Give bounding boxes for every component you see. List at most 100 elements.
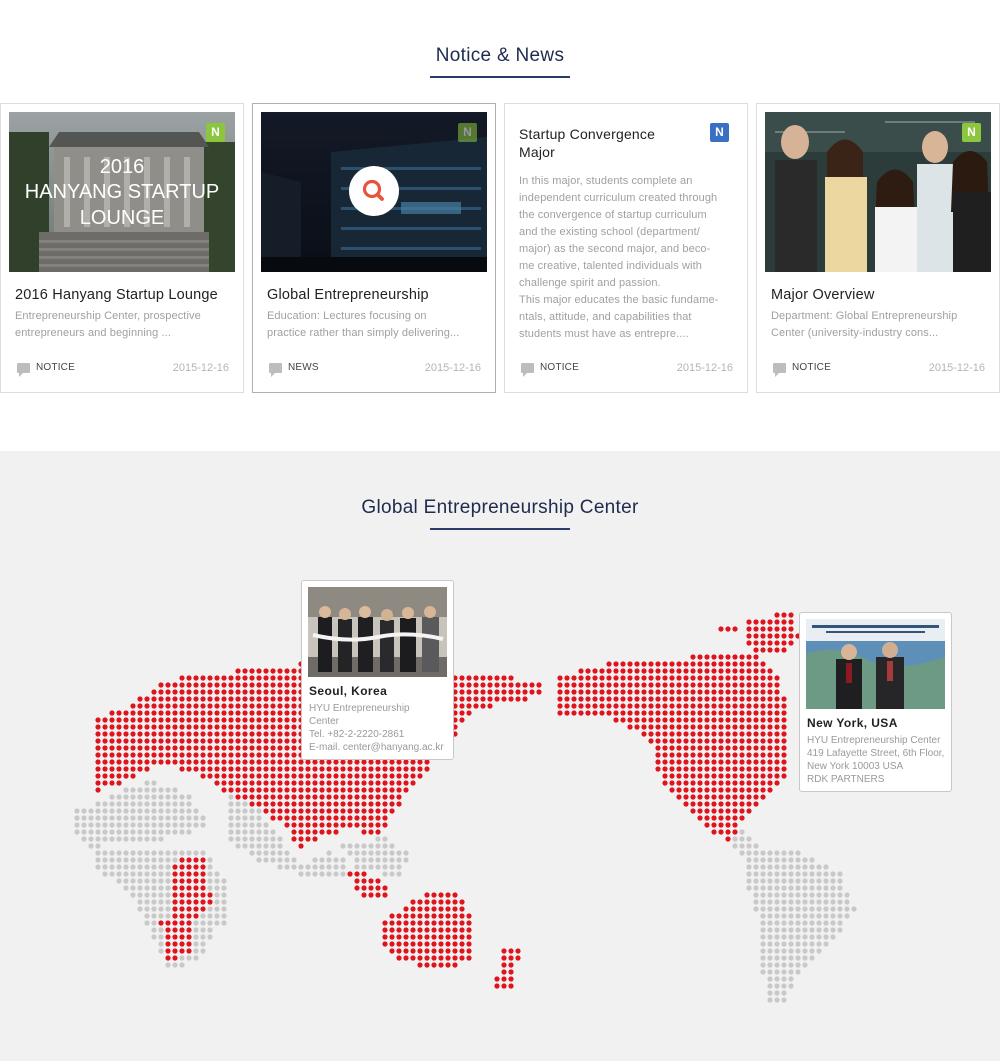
map-dot [718,626,724,632]
map-dot [760,745,766,751]
map-dot [172,745,178,751]
map-dot [690,703,696,709]
map-dot [410,906,416,912]
map-dot [130,717,136,723]
map-dot [767,640,773,646]
map-dot [774,759,780,765]
card-title[interactable]: Major Overview [771,286,875,304]
map-dot [382,801,388,807]
map-dot [277,752,283,758]
map-dot [158,829,164,835]
map-dot [746,766,752,772]
search-icon[interactable] [349,166,399,216]
map-dot [361,822,367,828]
map-dot [263,724,269,730]
map-dot [193,920,199,926]
info-line: 419 Lafayette Street, 6th Floor, [807,748,945,759]
location-popup-new-york[interactable]: New York, USA HYU Entrepreneurship Cente… [799,612,952,792]
map-dot [473,696,479,702]
news-card[interactable]: N Global Entrepreneurship Education: Lec… [252,103,496,393]
map-dot [249,675,255,681]
news-card[interactable]: 2016 HANYANG STARTUP LOUNGE N 2016 Hanya… [0,103,244,393]
map-dot [193,822,199,828]
map-dot [613,668,619,674]
map-dot [179,682,185,688]
map-dot [200,731,206,737]
map-dot [746,864,752,870]
map-dot [151,822,157,828]
map-dot [158,801,164,807]
map-dot [207,913,213,919]
map-dot [109,766,115,772]
map-dot [781,619,787,625]
map-dot [144,892,150,898]
map-dot [767,913,773,919]
map-dot [732,787,738,793]
map-dot [774,885,780,891]
notice-icon [17,363,30,377]
map-dot [256,731,262,737]
map-dot [235,787,241,793]
map-dot [109,864,115,870]
map-dot [669,703,675,709]
map-dot [781,920,787,926]
map-dot [165,871,171,877]
map-dot [165,787,171,793]
map-dot [697,717,703,723]
map-dot [417,955,423,961]
map-dot [270,689,276,695]
map-dot [725,829,731,835]
map-dot [172,927,178,933]
map-dot [739,696,745,702]
map-dot [88,829,94,835]
map-dot [221,780,227,786]
map-dot [641,682,647,688]
desc-line: Center (university-industry cons... [771,327,939,339]
location-popup-seoul[interactable]: Seoul, Korea HYU Entrepreneurship Center… [301,580,454,760]
card-description: Department: Global Entrepreneurship Cent… [771,308,989,342]
map-dot [214,703,220,709]
map-dot [179,710,185,716]
map-dot [186,941,192,947]
news-card[interactable]: N Major Overview Department: Global Entr… [756,103,1000,393]
map-dot [620,675,626,681]
map-dot [200,703,206,709]
map-dot [158,703,164,709]
map-dot [753,689,759,695]
map-dot [732,780,738,786]
map-dot [459,941,465,947]
map-dot [396,927,402,933]
map-dot [277,696,283,702]
map-dot [767,696,773,702]
map-dot [228,773,234,779]
news-card[interactable]: Startup Convergence Major N In this majo… [504,103,748,393]
map-dot [102,857,108,863]
map-dot [382,836,388,842]
map-dot [179,850,185,856]
map-dot [165,850,171,856]
map-dot [214,738,220,744]
map-dot [606,696,612,702]
map-dot [368,864,374,870]
map-dot [151,780,157,786]
map-dot [186,766,192,772]
map-dot [655,738,661,744]
map-dot [396,857,402,863]
map-dot [648,675,654,681]
card-title[interactable]: Global Entrepreneurship [267,286,429,304]
map-dot [242,794,248,800]
card-title[interactable]: Startup Convergence Major [519,125,655,161]
map-dot [130,892,136,898]
map-dot [242,682,248,688]
map-dot [732,766,738,772]
map-dot [417,941,423,947]
map-dot [116,710,122,716]
map-dot [767,675,773,681]
map-dot [256,675,262,681]
map-dot [102,717,108,723]
map-dot [228,766,234,772]
map-dot [144,836,150,842]
map-dot [732,724,738,730]
card-title[interactable]: 2016 Hanyang Startup Lounge [15,286,218,304]
map-dot [718,815,724,821]
